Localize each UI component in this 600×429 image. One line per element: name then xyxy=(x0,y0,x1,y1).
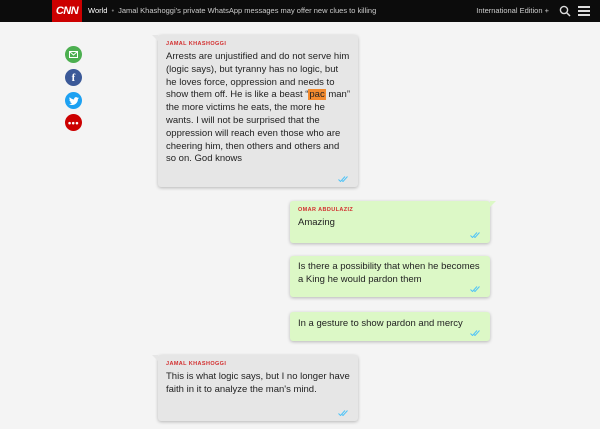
hamburger-menu-icon[interactable] xyxy=(578,6,590,16)
message-bubble-outgoing: Is there a possibility that when he beco… xyxy=(290,256,490,297)
section-link[interactable]: World xyxy=(88,6,107,15)
top-navigation-bar: CNN World • Jamal Khashoggi’s private What… xyxy=(0,0,600,22)
message-text: Amazing xyxy=(298,217,335,228)
more-share-icon[interactable]: ••• xyxy=(65,114,82,131)
read-receipt-icon xyxy=(470,232,480,238)
message-bubble-outgoing: OMAR ABDULAZIZ Amazing xyxy=(290,201,496,243)
cnn-logo[interactable]: CNN xyxy=(52,0,82,22)
message-bubble-incoming: JAMAL KHASHOGGI Arrests are unjustified … xyxy=(152,35,358,187)
message-bubble-incoming: JAMAL KHASHOGGI This is what logic says,… xyxy=(152,355,358,421)
breadcrumb-separator: • xyxy=(111,6,115,15)
message-sender: JAMAL KHASHOGGI xyxy=(166,361,227,367)
twitter-share-icon[interactable] xyxy=(65,92,82,109)
message-text: This is what logic says, but I no longer… xyxy=(166,371,350,395)
article-headline: Jamal Khashoggi’s private WhatsApp messa… xyxy=(118,6,377,15)
search-icon[interactable] xyxy=(559,5,571,17)
message-bubble-outgoing: In a gesture to show pardon and mercy xyxy=(290,312,490,341)
read-receipt-icon xyxy=(470,330,480,336)
message-text: Arrests are unjustified and do not serve… xyxy=(166,51,351,165)
read-receipt-icon xyxy=(338,410,348,416)
read-receipt-icon xyxy=(338,176,348,182)
read-receipt-icon xyxy=(470,286,480,292)
message-sender: JAMAL KHASHOGGI xyxy=(166,41,227,47)
message-text: Is there a possibility that when he beco… xyxy=(298,261,480,285)
facebook-share-icon[interactable]: f xyxy=(65,69,82,86)
edition-selector[interactable]: International Edition + xyxy=(476,0,549,22)
breadcrumb: World • Jamal Khashoggi’s private WhatsApp… xyxy=(88,0,376,22)
message-sender: OMAR ABDULAZIZ xyxy=(298,207,354,213)
email-share-icon[interactable] xyxy=(65,46,82,63)
message-text: In a gesture to show pardon and mercy xyxy=(298,318,463,329)
highlighted-word: pac xyxy=(308,89,326,101)
